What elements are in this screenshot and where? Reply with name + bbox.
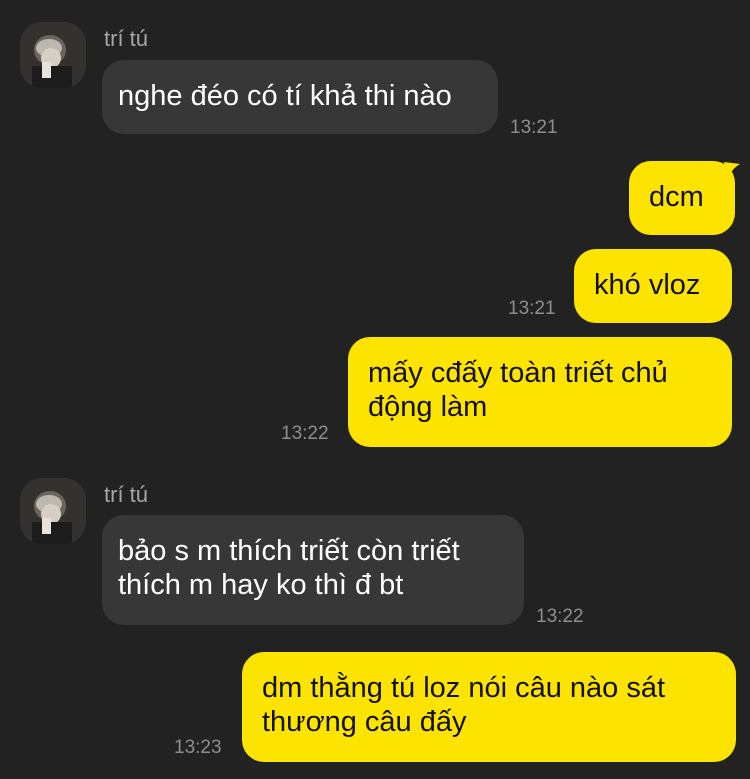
message-text: bảo s m thích triết còn triết thích m ha…: [118, 535, 460, 601]
outgoing-message-bubble[interactable]: dcm: [629, 161, 735, 235]
incoming-message-bubble[interactable]: bảo s m thích triết còn triết thích m ha…: [102, 515, 524, 625]
message-timestamp: 13:23: [174, 737, 222, 758]
message-text: dcm: [649, 181, 704, 213]
message-text: nghe đéo có tí khả thi nào: [118, 80, 452, 112]
message-timestamp: 13:21: [510, 117, 558, 138]
avatar-photo-icon: [20, 22, 86, 88]
sender-avatar[interactable]: [20, 478, 86, 544]
avatar-photo-icon: [20, 478, 86, 544]
sender-name: trí tú: [104, 482, 149, 507]
message-text: mấy cđấy toàn triết chủ động làm: [368, 357, 668, 423]
message-text: khó vloz: [594, 269, 701, 301]
message-timestamp: 13:21: [508, 298, 556, 319]
outgoing-message-bubble[interactable]: khó vloz: [574, 249, 732, 323]
sender-name: trí tú: [104, 26, 149, 51]
bubble-tail-icon: [724, 162, 740, 180]
outgoing-message-bubble[interactable]: mấy cđấy toàn triết chủ động làm: [348, 337, 732, 447]
sender-avatar[interactable]: [20, 22, 86, 88]
message-timestamp: 13:22: [281, 423, 329, 444]
outgoing-message-bubble[interactable]: dm thằng tú loz nói câu nào sát thương c…: [242, 652, 736, 762]
message-text: dm thằng tú loz nói câu nào sát thương c…: [262, 672, 666, 738]
incoming-message-bubble[interactable]: nghe đéo có tí khả thi nào: [102, 60, 498, 134]
message-timestamp: 13:22: [536, 606, 584, 627]
